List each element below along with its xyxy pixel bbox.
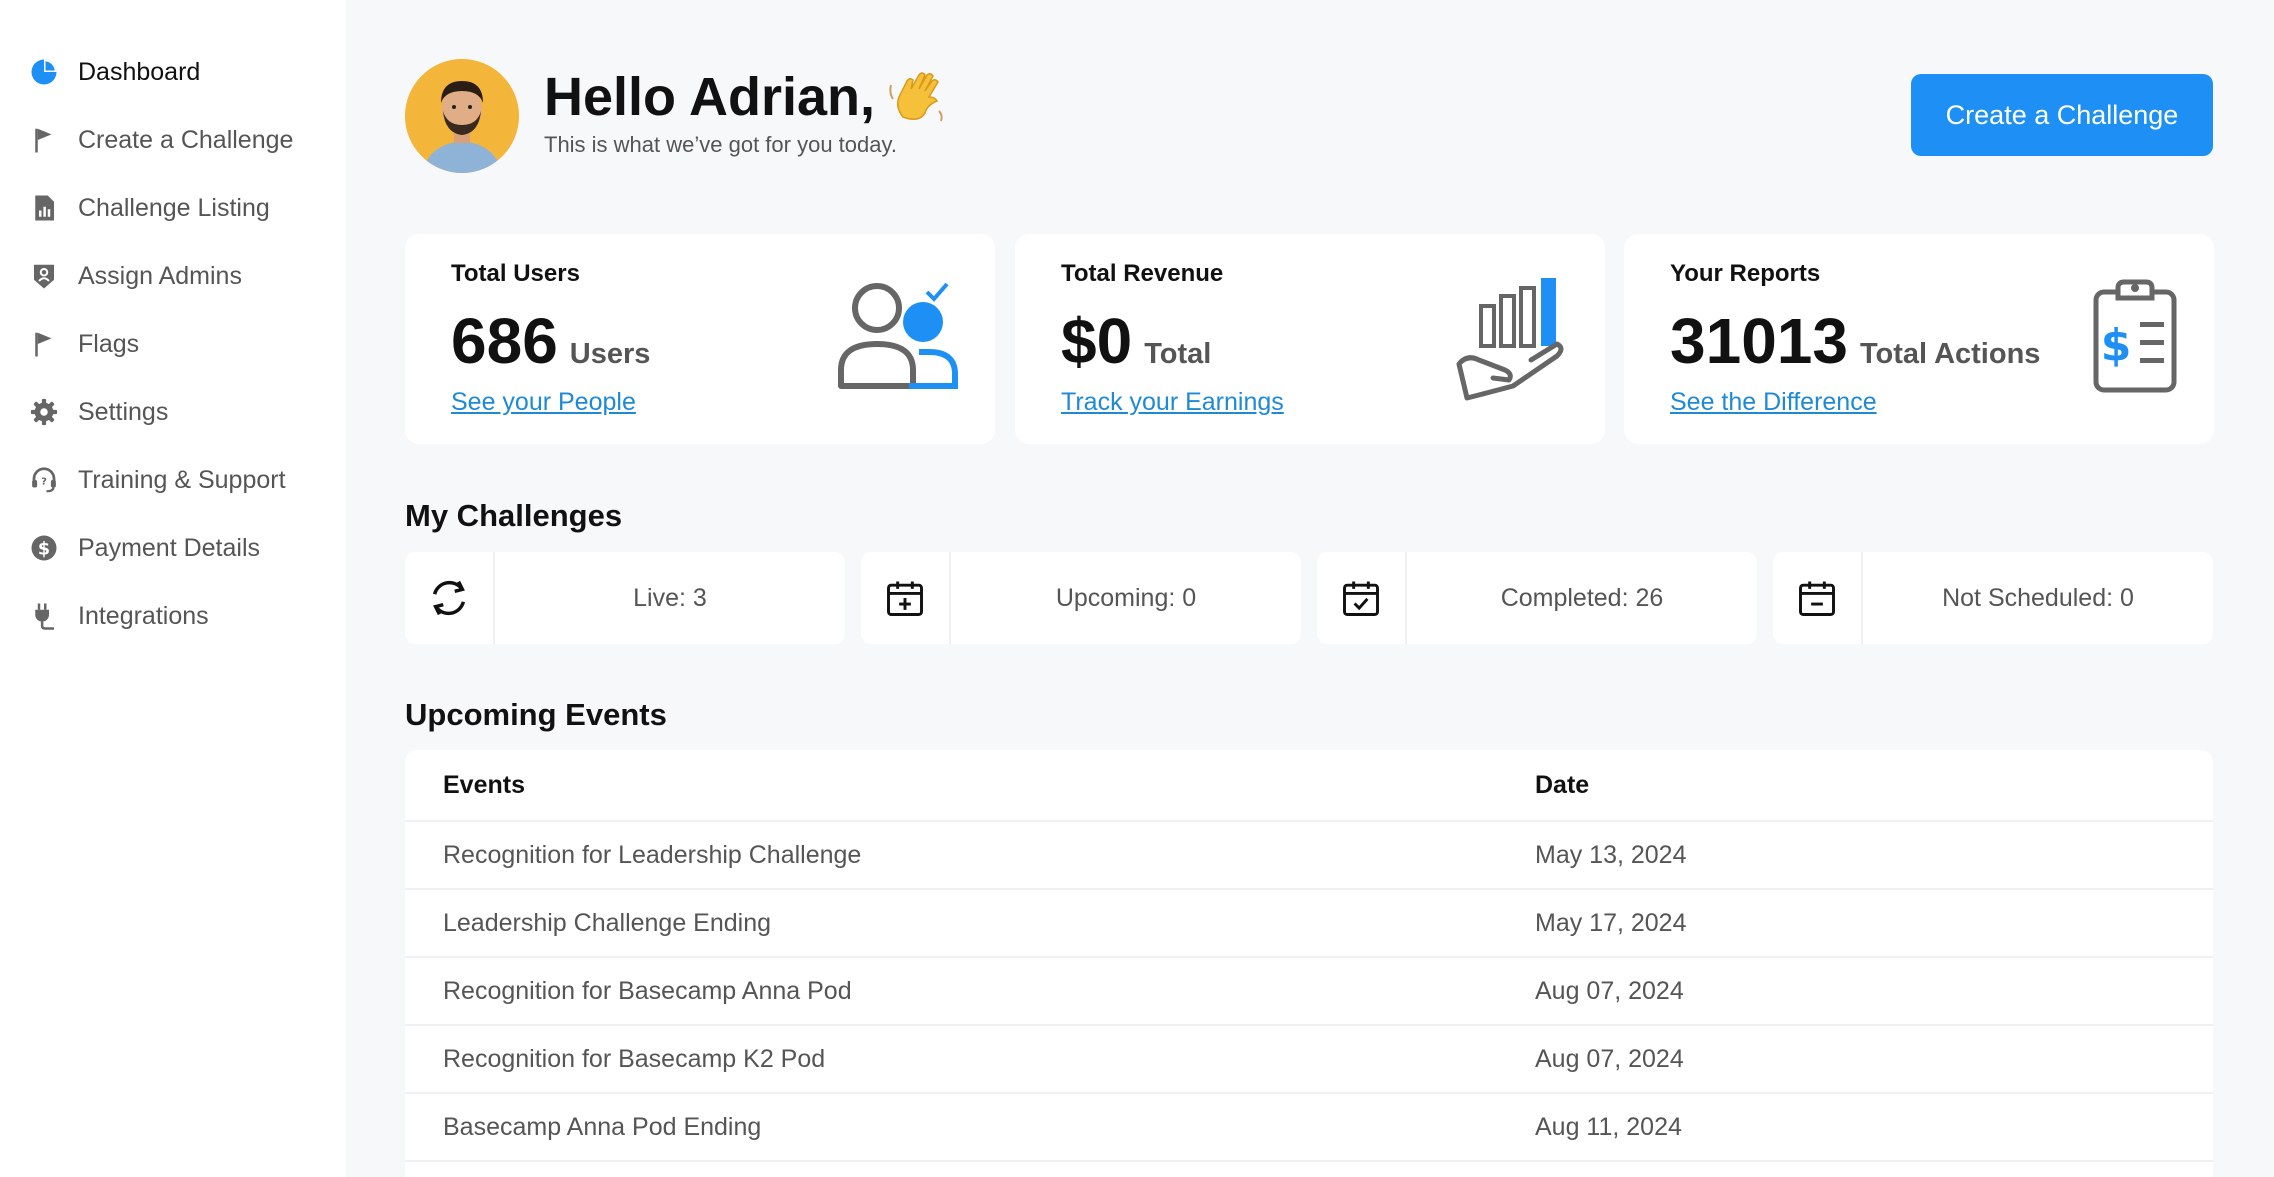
admin-badge-icon: [28, 260, 60, 292]
create-challenge-button[interactable]: Create a Challenge: [1911, 74, 2213, 156]
refresh-icon: [405, 552, 495, 644]
stat-title: Total Users: [451, 260, 580, 287]
see-difference-link[interactable]: See the Difference: [1670, 388, 1877, 417]
stat-value: 686: [451, 305, 558, 377]
waving-hand-icon: [887, 67, 947, 127]
report-icon: [28, 192, 60, 224]
sidebar: Dashboard Create a Challenge Challenge L…: [0, 0, 346, 1177]
users-icon: [835, 278, 959, 395]
sidebar-item-training-support[interactable]: ? Training & Support: [0, 446, 346, 514]
stat-unit: Users: [569, 338, 651, 370]
sidebar-item-settings[interactable]: Settings: [0, 378, 346, 446]
table-row[interactable]: Basecamp Anna Pod Ending Aug 11, 2024: [405, 1094, 2213, 1162]
sidebar-item-label: Integrations: [78, 601, 209, 630]
sidebar-item-create-challenge[interactable]: Create a Challenge: [0, 106, 346, 174]
event-name: Recognition for Basecamp K2 Pod: [443, 1044, 826, 1073]
svg-text:$: $: [2101, 320, 2132, 371]
challenge-status-label: Upcoming: 0: [1055, 583, 1197, 612]
revenue-hand-icon: [1453, 278, 1569, 407]
column-header-date: Date: [1535, 770, 1590, 799]
stat-title: Your Reports: [1670, 260, 1821, 287]
stat-card-users: Total Users 686 Users See your People: [405, 234, 995, 444]
page-subtitle: This is what we’ve got for you today.: [544, 132, 897, 157]
challenge-status-label: Live: 3: [633, 583, 707, 612]
calendar-minus-icon: [1773, 552, 1863, 644]
sidebar-item-integrations[interactable]: Integrations: [0, 582, 346, 650]
flag-icon: [28, 124, 60, 156]
sidebar-item-label: Training & Support: [78, 465, 286, 494]
calendar-check-icon: [1317, 552, 1407, 644]
clipboard-dollar-icon: $: [2092, 278, 2178, 399]
stat-card-reports: Your Reports 31013 Total Actions See the…: [1624, 234, 2214, 444]
pie-chart-icon: [28, 56, 60, 88]
sidebar-item-label: Create a Challenge: [78, 125, 294, 154]
table-row[interactable]: Leadership Challenge Ending May 17, 2024: [405, 890, 2213, 958]
event-date: Aug 07, 2024: [1535, 976, 1684, 1005]
avatar: [405, 59, 519, 173]
stat-card-revenue: Total Revenue $0 Total Track your Earnin…: [1015, 234, 1605, 444]
flag-icon: [28, 328, 60, 360]
event-name: Recognition for Basecamp Anna Pod: [443, 976, 852, 1005]
stat-unit: Total: [1144, 338, 1212, 370]
greeting-text: Hello Adrian,: [544, 67, 876, 127]
table-row[interactable]: Recognition for Leadership Challenge May…: [405, 822, 2213, 890]
challenge-status-upcoming[interactable]: Upcoming: 0: [861, 552, 1301, 644]
svg-text:?: ?: [41, 476, 47, 487]
my-challenges-title: My Challenges: [405, 498, 623, 533]
main-content: Hello Adrian, This is what we’ve got for…: [346, 0, 2274, 1177]
sidebar-item-flags[interactable]: Flags: [0, 310, 346, 378]
event-name: Leadership Challenge Ending: [443, 908, 772, 937]
event-date: May 17, 2024: [1535, 908, 1687, 937]
table-row[interactable]: Recognition for Basecamp K2 Pod Aug 07, …: [405, 1026, 2213, 1094]
event-name: Recognition for Leadership Challenge: [443, 840, 862, 869]
event-date: Aug 11, 2024: [1535, 1112, 1682, 1141]
stat-unit: Total Actions: [1859, 338, 2041, 370]
table-row[interactable]: Recognition for Basecamp Anna Pod Aug 07…: [405, 958, 2213, 1026]
challenge-status-not-scheduled[interactable]: Not Scheduled: 0: [1773, 552, 2213, 644]
gear-icon: [28, 396, 60, 428]
calendar-plus-icon: [861, 552, 951, 644]
stat-value-row: 686 Users: [451, 304, 650, 378]
stat-value: $0: [1061, 305, 1133, 377]
sidebar-item-dashboard[interactable]: Dashboard: [0, 38, 346, 106]
sidebar-item-label: Flags: [78, 329, 140, 358]
table-header: Events Date: [405, 750, 2213, 822]
sidebar-item-assign-admins[interactable]: Assign Admins: [0, 242, 346, 310]
events-table: Events Date Recognition for Leadership C…: [405, 750, 2213, 1177]
headset-icon: ?: [28, 464, 60, 496]
stat-value-row: 31013 Total Actions: [1670, 304, 2040, 378]
sidebar-item-payment-details[interactable]: $ Payment Details: [0, 514, 346, 582]
svg-text:$: $: [38, 539, 50, 559]
sidebar-item-label: Payment Details: [78, 533, 261, 562]
stat-title: Total Revenue: [1061, 260, 1224, 287]
track-earnings-link[interactable]: Track your Earnings: [1061, 388, 1284, 417]
see-people-link[interactable]: See your People: [451, 388, 636, 417]
event-date: Aug 07, 2024: [1535, 1044, 1684, 1073]
sidebar-item-label: Challenge Listing: [78, 193, 270, 222]
challenge-status-label: Completed: 26: [1500, 583, 1664, 612]
sidebar-item-label: Assign Admins: [78, 261, 242, 290]
upcoming-events-title: Upcoming Events: [405, 697, 667, 732]
challenge-status-label: Not Scheduled: 0: [1942, 583, 2134, 612]
dollar-icon: $: [28, 532, 60, 564]
sidebar-item-label: Dashboard: [78, 57, 201, 86]
page-title: Hello Adrian,: [544, 66, 947, 128]
event-date: May 13, 2024: [1535, 840, 1687, 869]
sidebar-item-challenge-listing[interactable]: Challenge Listing: [0, 174, 346, 242]
stat-value: 31013: [1670, 305, 1848, 377]
challenge-status-live[interactable]: Live: 3: [405, 552, 845, 644]
event-name: Basecamp Anna Pod Ending: [443, 1112, 762, 1141]
sidebar-item-label: Settings: [78, 397, 169, 426]
column-header-events: Events: [443, 770, 525, 799]
challenge-status-completed[interactable]: Completed: 26: [1317, 552, 1757, 644]
plug-icon: [28, 600, 60, 632]
stat-value-row: $0 Total: [1061, 304, 1211, 378]
